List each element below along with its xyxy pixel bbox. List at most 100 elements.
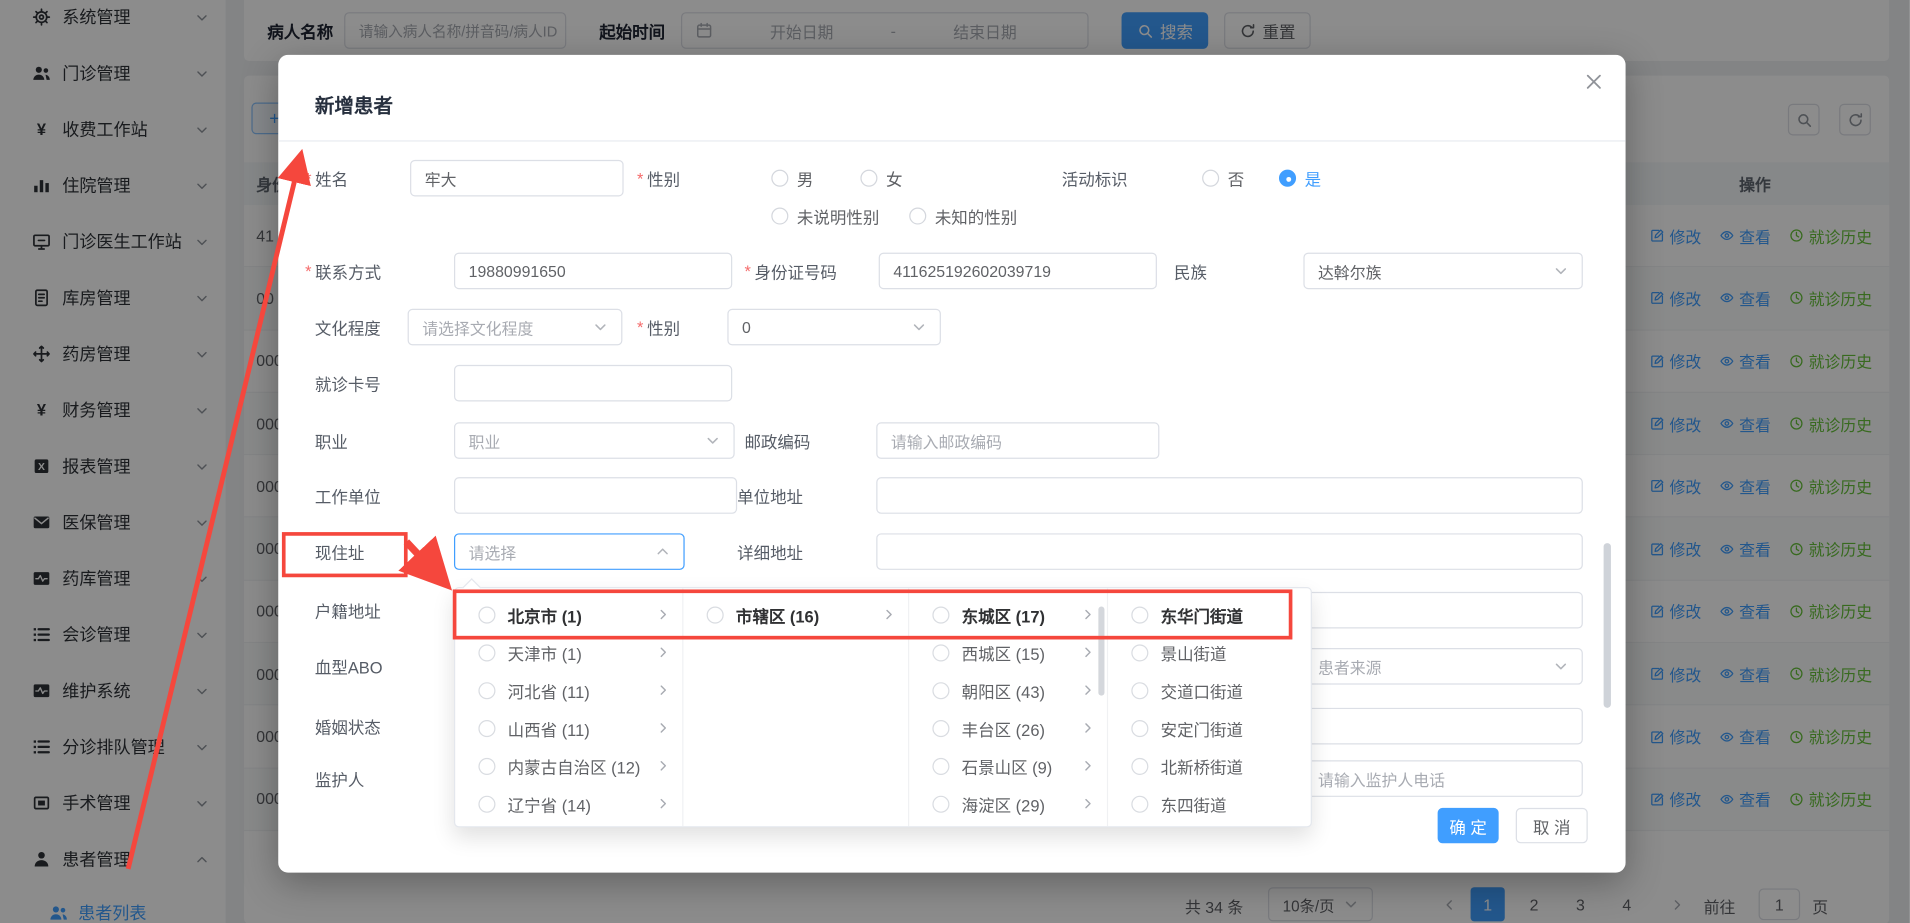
app: 系统管理 门诊管理 ¥ 收费工作站 住院管理 门诊医生工作站 库房管理 xyxy=(0,0,1910,923)
cascader-option[interactable]: 东城区 (17) xyxy=(909,596,1107,634)
contact-label: *联系方式 xyxy=(305,253,381,290)
close-icon[interactable] xyxy=(1584,72,1604,92)
cascader-option[interactable]: 山西省 (11) xyxy=(455,709,682,747)
radio-yes[interactable]: 是 xyxy=(1279,160,1321,197)
radio-gender-unstated[interactable]: 未说明性别 xyxy=(771,198,879,235)
chevron-right-icon xyxy=(657,646,670,659)
chevron-right-icon xyxy=(657,797,670,810)
radio-icon xyxy=(932,606,949,623)
cancel-button[interactable]: 取 消 xyxy=(1516,808,1588,843)
chevron-right-icon xyxy=(1081,721,1094,734)
cascader-column-3: 东华门街道 景山街道 交道口街道 安定门街道 北新桥街道 东四街道 xyxy=(1108,588,1311,826)
cascader-option[interactable]: 丰台区 (26) xyxy=(909,709,1107,747)
guardian-phone-input[interactable]: 请输入监护人电话 xyxy=(1303,760,1582,797)
cascader-option[interactable]: 海淀区 (29) xyxy=(909,785,1107,823)
address-cascader-dropdown: 北京市 (1) 天津市 (1) 河北省 (11) 山西省 (11) 内蒙古自治区… xyxy=(454,587,1312,827)
chevron-up-icon xyxy=(655,544,670,559)
cascader-option[interactable]: 天津市 (1) xyxy=(455,633,682,671)
employer-input[interactable] xyxy=(454,477,737,514)
cascader-column-2: 东城区 (17) 西城区 (15) 朝阳区 (43) 丰台区 (26) 石景山区… xyxy=(909,588,1108,826)
postcode-input[interactable]: 请输入邮政编码 xyxy=(876,422,1159,459)
cascader-option[interactable]: 朝阳区 (43) xyxy=(909,671,1107,709)
gender2-select[interactable]: 0 xyxy=(727,309,941,346)
chevron-right-icon xyxy=(1081,797,1094,810)
blood-label: 血型ABO xyxy=(315,648,383,685)
radio-icon xyxy=(1131,757,1148,774)
cascader-option[interactable]: 石景山区 (9) xyxy=(909,747,1107,785)
id-card-input[interactable]: 411625192602039719 xyxy=(879,253,1157,290)
postcode-label: 邮政编码 xyxy=(744,422,810,459)
gender2-label: *性别 xyxy=(637,309,680,346)
radio-male[interactable]: 男 xyxy=(771,160,813,197)
nation-label: 民族 xyxy=(1174,253,1207,290)
radio-icon xyxy=(932,682,949,699)
radio-icon xyxy=(1131,682,1148,699)
modal-scrollbar[interactable] xyxy=(1604,543,1611,708)
detail-addr-input[interactable] xyxy=(876,533,1583,570)
radio-checked-icon xyxy=(1279,170,1296,187)
name-input[interactable]: 牢大 xyxy=(410,160,624,197)
chevron-right-icon xyxy=(1081,646,1094,659)
chevron-down-icon xyxy=(912,320,927,335)
id-card-label: *身份证号码 xyxy=(744,253,836,290)
chevron-right-icon xyxy=(657,608,670,621)
radio-icon xyxy=(478,644,495,661)
card-no-label: 就诊卡号 xyxy=(315,365,381,402)
radio-gender-unknown[interactable]: 未知的性别 xyxy=(909,198,1017,235)
divider xyxy=(278,140,1625,141)
cascader-option[interactable]: 东华门街道 xyxy=(1108,596,1311,634)
cascader-option[interactable]: 河北省 (11) xyxy=(455,671,682,709)
gender-label: *性别 xyxy=(637,160,680,197)
occupation-select[interactable]: 职业 xyxy=(454,422,735,459)
marital-label: 婚姻状态 xyxy=(315,708,381,745)
employer-addr-label: 单位地址 xyxy=(737,477,803,514)
cascader-option[interactable]: 安定门街道 xyxy=(1108,709,1311,747)
chevron-right-icon xyxy=(882,608,895,621)
cascader-option[interactable]: 市辖区 (16) xyxy=(683,596,908,634)
cascader-option[interactable]: 东四街道 xyxy=(1108,785,1311,823)
chevron-right-icon xyxy=(657,759,670,772)
chevron-right-icon xyxy=(1081,608,1094,621)
current-address-select[interactable]: 请选择 xyxy=(454,533,685,570)
radio-icon xyxy=(478,606,495,623)
cascader-scrollbar[interactable] xyxy=(1098,607,1104,696)
patient-source-select[interactable]: 患者来源 xyxy=(1303,648,1582,685)
radio-icon xyxy=(478,682,495,699)
cascader-column-0: 北京市 (1) 天津市 (1) 河北省 (11) 山西省 (11) 内蒙古自治区… xyxy=(455,588,683,826)
cascader-option[interactable]: 景山街道 xyxy=(1108,633,1311,671)
cascader-option[interactable]: 辽宁省 (14) xyxy=(455,785,682,823)
dialog-title: 新增患者 xyxy=(315,89,393,118)
cascader-option[interactable]: 西城区 (15) xyxy=(909,633,1107,671)
guardian-label: 监护人 xyxy=(315,760,364,797)
cascader-option[interactable]: 交道口街道 xyxy=(1108,671,1311,709)
employer-label: 工作单位 xyxy=(315,477,381,514)
radio-icon xyxy=(932,795,949,812)
radio-icon xyxy=(1131,719,1148,736)
radio-icon xyxy=(1131,795,1148,812)
radio-icon xyxy=(478,795,495,812)
radio-icon xyxy=(771,207,788,224)
radio-icon xyxy=(707,606,724,623)
chevron-right-icon xyxy=(657,721,670,734)
cascader-column-1: 市辖区 (16) xyxy=(683,588,909,826)
employer-addr-input[interactable] xyxy=(876,477,1583,514)
cascader-option[interactable]: 北京市 (1) xyxy=(455,596,682,634)
active-flag-label: 活动标识 xyxy=(1062,160,1128,197)
occupation-label: 职业 xyxy=(315,422,348,459)
cascader-option[interactable]: 内蒙古自治区 (12) xyxy=(455,747,682,785)
cascader-option[interactable]: 北新桥街道 xyxy=(1108,747,1311,785)
contact-input[interactable]: 19880991650 xyxy=(454,253,732,290)
education-select[interactable]: 请选择文化程度 xyxy=(408,309,623,346)
chevron-down-icon xyxy=(593,320,608,335)
nation-select[interactable]: 达斡尔族 xyxy=(1303,253,1582,290)
chevron-right-icon xyxy=(1081,683,1094,696)
chevron-down-icon xyxy=(1554,659,1569,674)
radio-icon xyxy=(1131,644,1148,661)
confirm-button[interactable]: 确 定 xyxy=(1438,808,1499,843)
card-no-input[interactable] xyxy=(454,365,732,402)
household-addr-input[interactable] xyxy=(1303,592,1582,629)
marital-input[interactable] xyxy=(1303,708,1582,745)
radio-female[interactable]: 女 xyxy=(860,160,902,197)
radio-icon xyxy=(478,757,495,774)
radio-no[interactable]: 否 xyxy=(1202,160,1244,197)
